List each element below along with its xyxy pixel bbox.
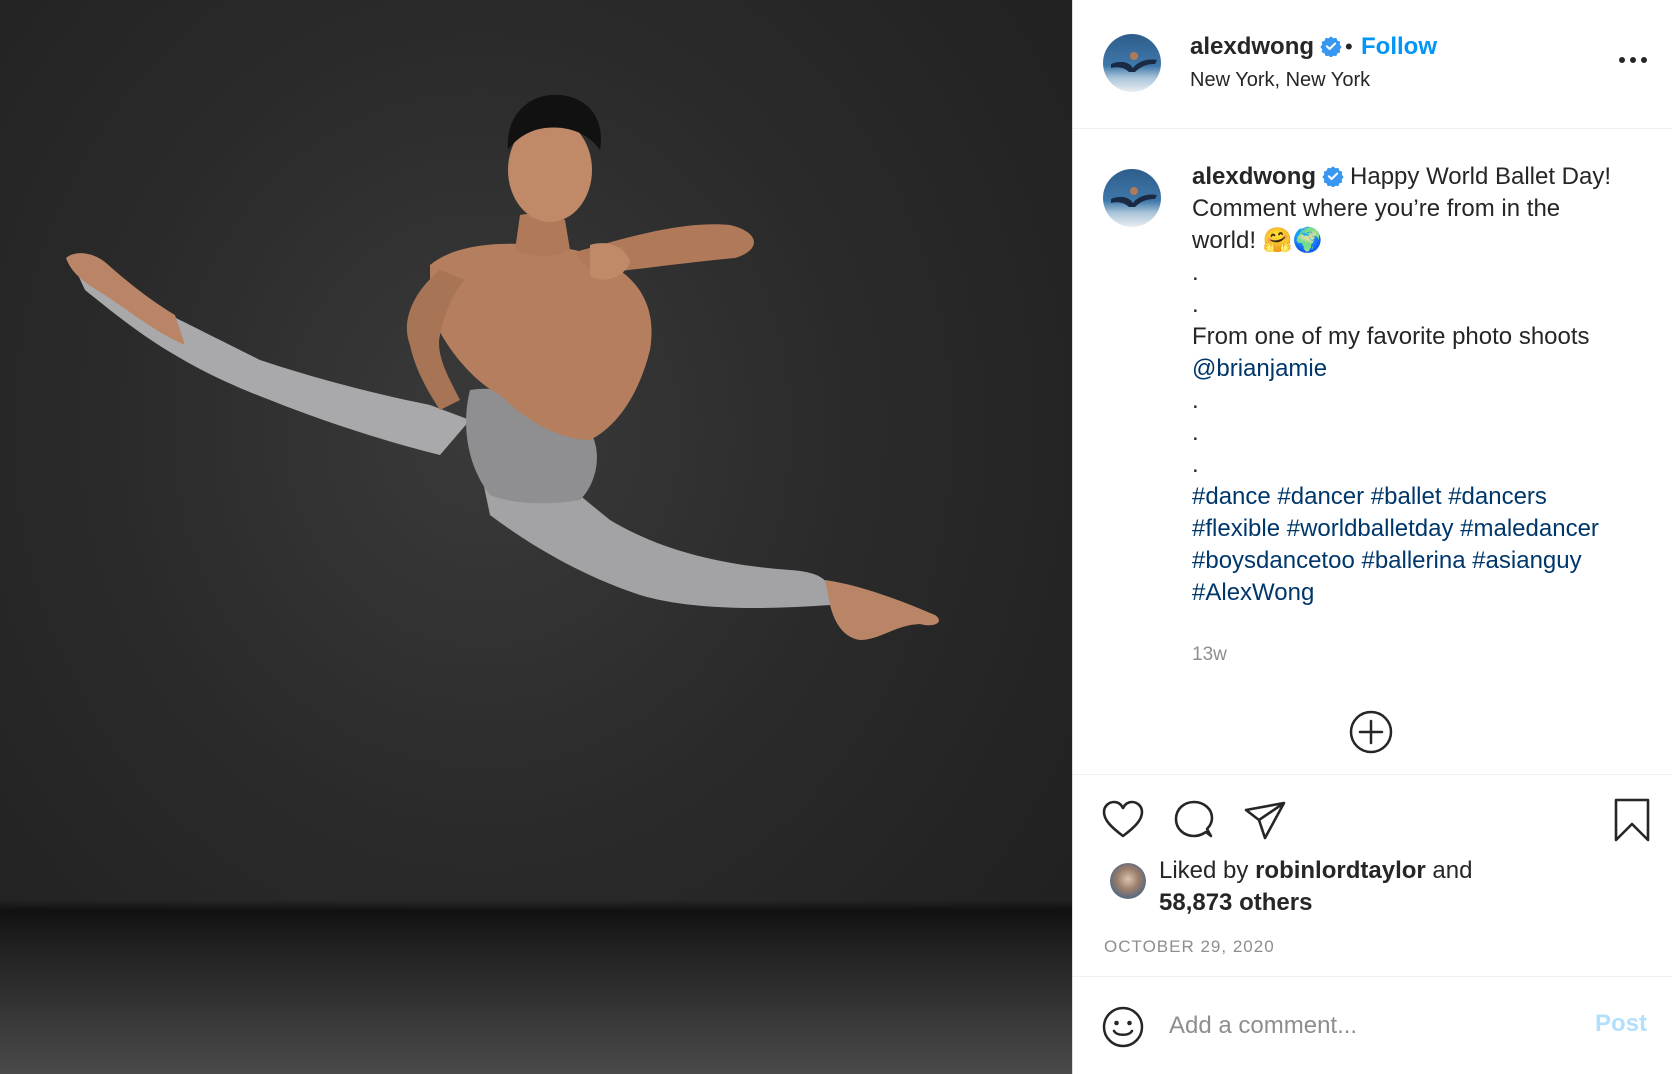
- post-header: alexdwong • Follow New York, New York: [1073, 0, 1672, 129]
- caption-dot: .: [1192, 387, 1199, 414]
- smiley-icon[interactable]: [1101, 1005, 1145, 1049]
- caption-dot: .: [1192, 259, 1199, 286]
- likes-count[interactable]: 58,873 others: [1159, 889, 1312, 916]
- verified-badge-icon: [1322, 166, 1344, 187]
- heart-icon[interactable]: [1101, 799, 1145, 839]
- caption-avatar[interactable]: [1103, 169, 1161, 227]
- front-foot: [825, 580, 940, 640]
- caption-timestamp[interactable]: 13w: [1192, 644, 1227, 666]
- comment-icon[interactable]: [1172, 799, 1216, 843]
- caption-line-1: alexdwong Happy World Ballet Day!: [1192, 161, 1642, 193]
- hashtag-line[interactable]: #flexible #worldballetday #maledancer: [1192, 513, 1642, 545]
- likes-and: and: [1432, 857, 1473, 884]
- post-side-panel: alexdwong • Follow New York, New York al…: [1072, 0, 1672, 1074]
- post-actions: Liked by robinlordtaylor and 58,873 othe…: [1073, 774, 1672, 976]
- caption-dot: .: [1192, 291, 1199, 318]
- dancer-figure: [66, 94, 940, 640]
- likes-text: Liked by robinlordtaylor and 58,873 othe…: [1159, 855, 1472, 919]
- caption-line-1-text: Happy World Ballet Day!: [1350, 163, 1612, 190]
- more-options-icon[interactable]: [1616, 50, 1650, 70]
- caption-area: alexdwong Happy World Ballet Day! Comment…: [1073, 129, 1672, 774]
- hashtag-line[interactable]: #boysdancetoo #ballerina #asianguy: [1192, 545, 1642, 577]
- hashtag-line[interactable]: #AlexWong: [1192, 577, 1642, 609]
- paper-plane-icon[interactable]: [1243, 799, 1287, 843]
- post-photo[interactable]: [0, 0, 1072, 1074]
- caption-dot: .: [1192, 451, 1199, 478]
- header-username-text[interactable]: alexdwong: [1190, 33, 1314, 60]
- liker-avatar[interactable]: [1110, 863, 1146, 899]
- verified-badge-icon: [1320, 36, 1342, 57]
- back-foot: [66, 253, 185, 345]
- post-location[interactable]: New York, New York: [1190, 69, 1370, 92]
- liker-username[interactable]: robinlordtaylor: [1255, 857, 1426, 884]
- likes-prefix: Liked by: [1159, 857, 1249, 884]
- caption-line-2: Comment where you’re from in the: [1192, 195, 1561, 222]
- caption-from-line: From one of my favorite photo shoots: [1192, 323, 1590, 350]
- avatar[interactable]: [1103, 34, 1161, 92]
- post-comment-button[interactable]: Post: [1595, 1010, 1647, 1038]
- bookmark-icon[interactable]: [1613, 797, 1651, 843]
- comment-input[interactable]: [1167, 1005, 1551, 1047]
- follow-button[interactable]: Follow: [1361, 33, 1437, 61]
- plus-circle-icon[interactable]: [1348, 709, 1394, 755]
- comment-form: Post: [1073, 976, 1672, 1074]
- post-date[interactable]: OCTOBER 29, 2020: [1104, 937, 1275, 957]
- header-username[interactable]: alexdwong: [1190, 33, 1342, 61]
- hashtag-line[interactable]: #dance #dancer #ballet #dancers: [1192, 481, 1642, 513]
- caption-dot: .: [1192, 419, 1199, 446]
- caption-line-3: world! 🤗🌍: [1192, 227, 1323, 254]
- caption-text: alexdwong Happy World Ballet Day! Comment…: [1192, 161, 1642, 609]
- caption-username[interactable]: alexdwong: [1192, 163, 1316, 190]
- mention-link[interactable]: @brianjamie: [1192, 353, 1642, 385]
- header-separator: •: [1345, 34, 1353, 59]
